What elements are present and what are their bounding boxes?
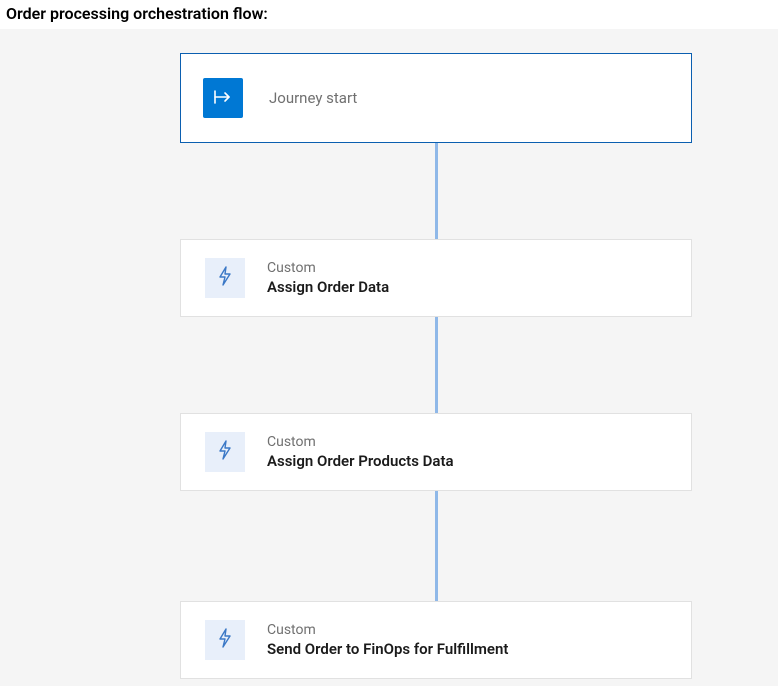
page-title: Order processing orchestration flow: — [0, 0, 778, 29]
flow-step-node[interactable]: Custom Assign Order Products Data — [180, 413, 692, 491]
flow-connector — [435, 143, 438, 239]
lightning-icon — [216, 627, 234, 653]
step-type-label: Custom — [267, 434, 454, 450]
step-node-text: Custom Assign Order Data — [267, 260, 389, 296]
step-title-label: Send Order to FinOps for Fulfillment — [267, 640, 508, 658]
start-node-text: Journey start — [269, 89, 357, 107]
flow-connector — [435, 317, 438, 413]
step-type-label: Custom — [267, 622, 508, 638]
step-icon-box — [205, 432, 245, 472]
flow-step-node[interactable]: Custom Assign Order Data — [180, 239, 692, 317]
flow-column: Journey start Custom Assign Order Data — [180, 53, 692, 679]
lightning-icon — [216, 439, 234, 465]
step-node-text: Custom Send Order to FinOps for Fulfillm… — [267, 622, 508, 658]
arrow-start-icon — [214, 89, 232, 108]
lightning-icon — [216, 265, 234, 291]
step-title-label: Assign Order Products Data — [267, 452, 454, 470]
flow-start-node[interactable]: Journey start — [180, 53, 692, 143]
flow-step-node[interactable]: Custom Send Order to FinOps for Fulfillm… — [180, 601, 692, 679]
step-icon-box — [205, 258, 245, 298]
step-title-label: Assign Order Data — [267, 278, 389, 296]
start-node-label: Journey start — [269, 89, 357, 107]
step-icon-box — [205, 620, 245, 660]
step-node-text: Custom Assign Order Products Data — [267, 434, 454, 470]
start-icon-box — [203, 78, 243, 118]
step-type-label: Custom — [267, 260, 389, 276]
flow-canvas: Journey start Custom Assign Order Data — [0, 29, 778, 686]
flow-connector — [435, 491, 438, 601]
